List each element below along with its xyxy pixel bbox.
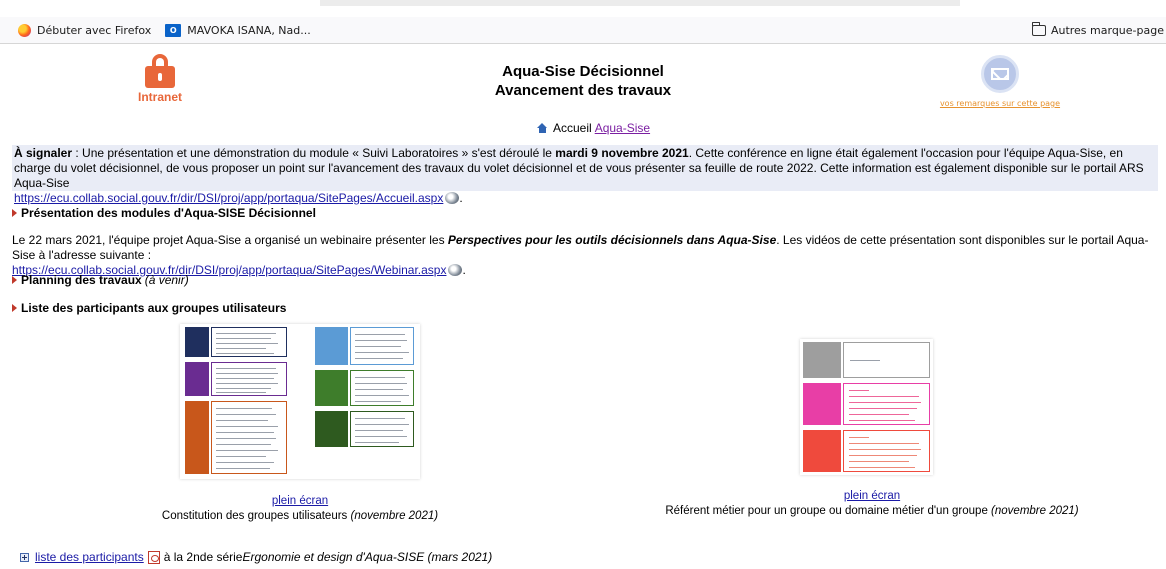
participants-text: à la 2nde série [163,550,243,564]
notice-url-link[interactable]: https://ecu.collab.social.gouv.fr/dir/DS… [14,191,443,205]
section-title: Présentation des modules d'Aqua-SISE Déc… [21,206,316,220]
fullscreen-link[interactable]: plein écran [844,490,900,502]
tab-fragment [320,0,960,6]
section-participants: Liste des participants aux groupes utili… [12,301,286,315]
participants-list-item: liste des participants à la 2nde série E… [20,550,492,564]
section-presentation: Présentation des modules d'Aqua-SISE Déc… [12,206,316,220]
group-tag [315,327,348,365]
notice-date: mardi 9 novembre 2021 [555,146,689,160]
bookmark-label: Débuter avec Firefox [37,23,152,37]
group-tag [803,430,841,472]
planning-note: (à venir) [144,273,189,287]
breadcrumb: Accueil Aqua-Sise [537,121,650,135]
referents-diagram[interactable] [800,339,933,475]
group-box [843,383,930,425]
group-box [211,362,287,396]
arrow-right-icon [12,304,17,312]
section-planning: Planning des travaux (à venir) [12,273,189,287]
group-box [843,342,930,378]
external-link-icon [445,192,460,204]
bookmarks-bar: Débuter avec Firefox O MAVOKA ISANA, Nad… [0,17,1166,44]
page-title: Aqua-Sise Décisionnel Avancement des tra… [383,62,783,100]
group-tag [185,401,209,474]
breadcrumb-prefix: Accueil [553,121,592,135]
group-box [843,430,930,472]
intranet-link[interactable]: Intranet [130,54,190,104]
other-bookmarks[interactable]: Autres marque-page [1031,17,1164,44]
notice-label: À signaler [14,146,73,160]
webinar-emph: Perspectives pour les outils décisionnel… [447,233,777,247]
caption-text: Constitution des groupes utilisateurs [161,510,351,522]
webinar-text-1: Le 22 mars 2021, l'équipe projet Aqua-Si… [12,233,448,247]
webinar-paragraph: Le 22 mars 2021, l'équipe projet Aqua-Si… [12,233,1149,277]
expand-icon[interactable] [20,552,29,562]
group-box [350,327,414,365]
bookmark-label: MAVOKA ISANA, Nad... [187,23,311,37]
group-box [211,401,287,474]
user-groups-diagram[interactable] [180,324,420,479]
bookmark-outlook[interactable]: O MAVOKA ISANA, Nad... [151,23,311,37]
feedback-link[interactable]: vos remarques sur cette page [930,99,1070,108]
group-tag [803,342,841,378]
outlook-icon: O [165,23,182,37]
bookmark-firefox[interactable]: Débuter avec Firefox [0,23,152,37]
participants-link[interactable]: liste des participants [35,550,144,564]
section-title: Liste des participants aux groupes utili… [21,301,287,315]
caption-date: (novembre 2021) [350,510,439,522]
pdf-icon [147,550,160,564]
other-bookmarks-label: Autres marque-page [1050,24,1164,37]
participants-emph: Ergonomie et design d'Aqua-SISE (mars 20… [242,550,493,564]
group-tag [185,327,209,357]
firefox-icon [18,23,31,37]
notice-box: À signaler : Une présentation et une dém… [12,145,1158,205]
group-tag [803,383,841,425]
caption-text: Référent métier pour un groupe ou domain… [665,505,992,517]
group-box [211,327,287,357]
group-tag [315,370,348,406]
group-box [350,411,414,447]
tab-strip [0,0,1166,17]
notice-text-1: : Une présentation et une démonstration … [72,146,556,160]
group-box [350,370,414,406]
group-tag [185,362,209,396]
title-line-2: Avancement des travaux [494,82,672,99]
figure-caption-2: plein écran Référent métier pour un grou… [622,489,1122,519]
breadcrumb-link[interactable]: Aqua-Sise [595,121,650,135]
mail-icon[interactable] [981,55,1019,93]
arrow-right-icon [12,209,17,217]
fullscreen-link[interactable]: plein écran [272,495,328,507]
folder-icon [1031,22,1046,36]
group-tag [315,411,348,447]
arrow-right-icon [12,276,17,284]
feedback: vos remarques sur cette page [930,55,1070,108]
figure-caption-1: plein écran Constitution des groupes uti… [150,494,450,524]
external-link-icon [448,264,463,276]
page-content: Intranet Aqua-Sise Décisionnel Avancemen… [0,45,1166,569]
intranet-label: Intranet [137,90,182,104]
lock-icon [145,54,175,88]
section-title: Planning des travaux [21,273,142,287]
title-line-1: Aqua-Sise Décisionnel [502,63,664,80]
caption-date: (novembre 2021) [991,505,1079,517]
home-icon [537,123,548,133]
